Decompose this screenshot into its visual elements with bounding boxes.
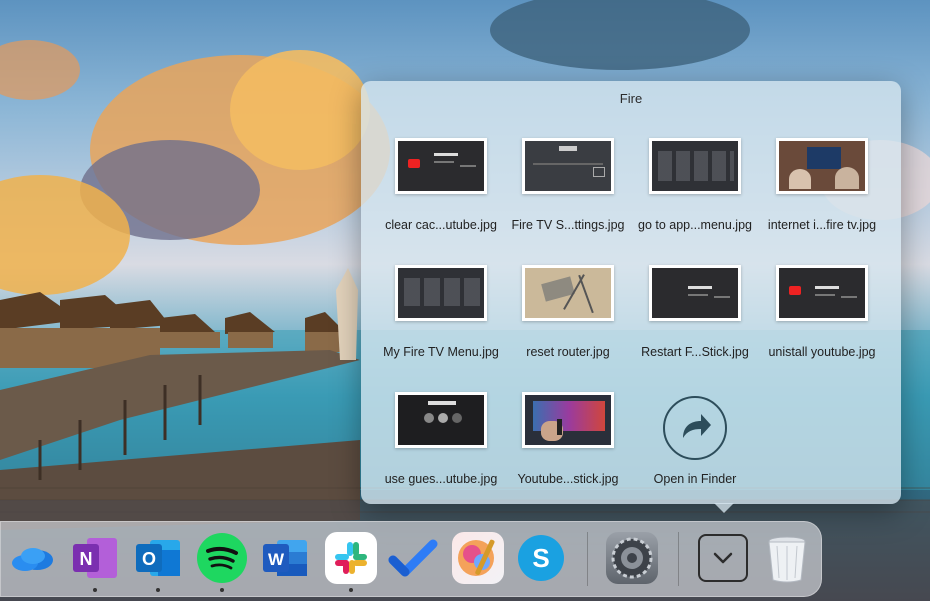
open-in-finder-label: Open in Finder [653, 472, 737, 486]
svg-text:O: O [142, 549, 156, 569]
file-name: unistall youtube.jpg [768, 345, 876, 359]
stack-file-item[interactable]: Youtube...stick.jpg [504, 392, 632, 502]
dock-app-spotify[interactable] [196, 532, 248, 584]
pixelmator-icon [458, 539, 495, 576]
todo-icon [388, 539, 438, 577]
stack-file-item[interactable]: use gues...utube.jpg [377, 392, 505, 502]
skype-icon: S [518, 535, 564, 581]
file-name: clear cac...utube.jpg [385, 218, 497, 232]
svg-text:W: W [268, 550, 285, 569]
dock-app-system-preferences[interactable] [606, 532, 658, 584]
running-indicator [93, 588, 97, 592]
file-name: Youtube...stick.jpg [517, 472, 619, 486]
trash-icon [768, 536, 806, 583]
dock-separator [678, 532, 679, 586]
file-thumbnail [522, 265, 614, 321]
stack-file-item[interactable]: unistall youtube.jpg [758, 265, 886, 375]
stack-file-item[interactable]: clear cac...utube.jpg [377, 138, 505, 248]
system-preferences-icon [611, 537, 653, 579]
file-name: internet i...fire tv.jpg [767, 218, 877, 232]
running-indicator [220, 588, 224, 592]
dock-trash[interactable] [761, 532, 813, 584]
dock-app-todo[interactable] [387, 532, 439, 584]
stack-file-item[interactable]: My Fire TV Menu.jpg [377, 265, 505, 375]
dock-separator [587, 532, 588, 586]
file-name: My Fire TV Menu.jpg [383, 345, 499, 359]
chevron-down-icon [713, 552, 733, 564]
open-in-finder-button[interactable] [663, 396, 727, 460]
open-in-finder[interactable]: Open in Finder [631, 392, 759, 502]
dock-app-onenote[interactable]: N [69, 532, 121, 584]
dock-app-slack[interactable] [325, 532, 377, 584]
dock-app-word[interactable]: W [259, 532, 311, 584]
stack-file-item[interactable]: Fire TV S...ttings.jpg [504, 138, 632, 248]
dock-app-outlook[interactable]: O [132, 532, 184, 584]
file-thumbnail [395, 392, 487, 448]
onenote-icon: N [73, 538, 117, 578]
dock-app-onedrive[interactable] [7, 532, 59, 584]
file-name: go to app...menu.jpg [638, 218, 752, 232]
file-name: use gues...utube.jpg [384, 472, 498, 486]
running-indicator [349, 588, 353, 592]
popover-pointer [714, 503, 734, 513]
svg-text:N: N [80, 549, 93, 569]
file-name: reset router.jpg [526, 345, 610, 359]
dock-app-skype[interactable]: S [515, 532, 567, 584]
onedrive-icon [12, 548, 53, 571]
stack-file-item[interactable]: Restart F...Stick.jpg [631, 265, 759, 375]
dock: N O W S [0, 521, 822, 597]
file-thumbnail [395, 265, 487, 321]
file-name: Restart F...Stick.jpg [641, 345, 749, 359]
dock-app-pixelmator[interactable] [452, 532, 504, 584]
downloads-stack-popover: Fire clear cac...utube.jpg Fire TV S...t… [361, 81, 901, 504]
file-name: Fire TV S...ttings.jpg [511, 218, 625, 232]
dock-stack-fire[interactable] [698, 534, 748, 582]
slack-icon [335, 542, 367, 574]
stack-file-item[interactable]: go to app...menu.jpg [631, 138, 759, 248]
file-thumbnail [649, 265, 741, 321]
share-arrow-icon [683, 414, 711, 438]
running-indicator [156, 588, 160, 592]
spotify-icon [197, 533, 247, 583]
word-icon: W [263, 540, 307, 576]
file-thumbnail [776, 265, 868, 321]
svg-text:S: S [532, 543, 549, 573]
file-thumbnail [395, 138, 487, 194]
outlook-icon: O [136, 540, 180, 576]
file-thumbnail [776, 138, 868, 194]
stack-file-item[interactable]: reset router.jpg [504, 265, 632, 375]
file-thumbnail [649, 138, 741, 194]
file-thumbnail [522, 392, 614, 448]
stack-file-item[interactable]: internet i...fire tv.jpg [758, 138, 886, 248]
file-thumbnail [522, 138, 614, 194]
stack-title: Fire [619, 91, 643, 106]
